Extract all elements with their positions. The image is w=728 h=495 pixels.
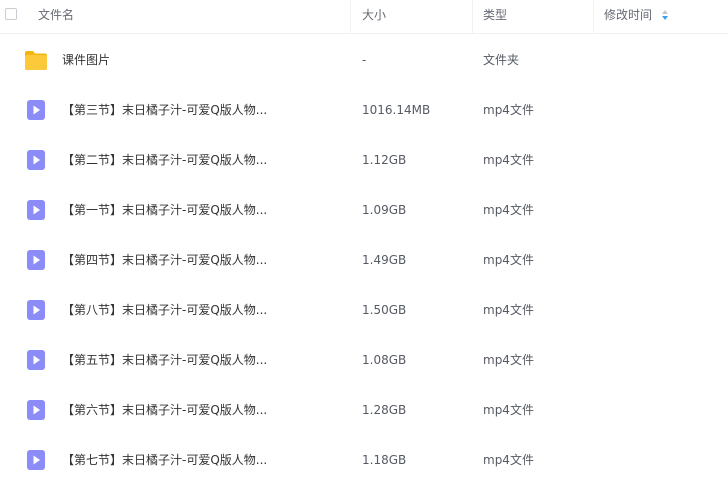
file-name-link[interactable]: 【第七节】末日橘子汁-可爱Q版人物...: [62, 435, 267, 485]
file-name-link[interactable]: 【第二节】末日橘子汁-可爱Q版人物...: [62, 135, 267, 185]
file-size: -: [362, 53, 367, 67]
video-file-icon: [26, 249, 46, 274]
file-size: 1.50GB: [362, 303, 407, 317]
file-type: mp4文件: [483, 353, 534, 367]
file-row[interactable]: 【第八节】末日橘子汁-可爱Q版人物... 1.50GB mp4文件: [0, 285, 728, 335]
file-type: mp4文件: [483, 103, 534, 117]
file-type: mp4文件: [483, 303, 534, 317]
video-file-icon: [26, 449, 46, 474]
file-size: 1.08GB: [362, 353, 407, 367]
file-type: mp4文件: [483, 203, 534, 217]
folder-icon: [24, 49, 48, 74]
column-header-type[interactable]: 类型: [483, 0, 507, 33]
file-row[interactable]: 课件图片 - 文件夹: [0, 35, 728, 85]
file-name-link[interactable]: 【第三节】末日橘子汁-可爱Q版人物...: [62, 85, 267, 135]
sort-icon[interactable]: [661, 9, 669, 21]
file-row[interactable]: 【第六节】末日橘子汁-可爱Q版人物... 1.28GB mp4文件: [0, 385, 728, 435]
file-name-link[interactable]: 【第四节】末日橘子汁-可爱Q版人物...: [62, 235, 267, 285]
column-header-name[interactable]: 文件名: [38, 0, 74, 33]
file-size: 1.49GB: [362, 253, 407, 267]
column-header-modified-time[interactable]: 修改时间: [604, 0, 652, 33]
file-name-link[interactable]: 【第六节】末日橘子汁-可爱Q版人物...: [62, 385, 267, 435]
column-divider[interactable]: [350, 0, 351, 33]
video-file-icon: [26, 199, 46, 224]
file-type: mp4文件: [483, 453, 534, 467]
file-row[interactable]: 【第四节】末日橘子汁-可爱Q版人物... 1.49GB mp4文件: [0, 235, 728, 285]
select-all-checkbox[interactable]: [5, 8, 17, 20]
video-file-icon: [26, 399, 46, 424]
file-row[interactable]: 【第一节】末日橘子汁-可爱Q版人物... 1.09GB mp4文件: [0, 185, 728, 235]
file-row[interactable]: 【第五节】末日橘子汁-可爱Q版人物... 1.08GB mp4文件: [0, 335, 728, 385]
file-type: mp4文件: [483, 153, 534, 167]
file-type: 文件夹: [483, 53, 520, 67]
column-header-size[interactable]: 大小: [362, 0, 386, 33]
file-size: 1.12GB: [362, 153, 407, 167]
video-file-icon: [26, 349, 46, 374]
file-row[interactable]: 【第七节】末日橘子汁-可爱Q版人物... 1.18GB mp4文件: [0, 435, 728, 485]
file-name-link[interactable]: 【第五节】末日橘子汁-可爱Q版人物...: [62, 335, 267, 385]
file-name-link[interactable]: 【第一节】末日橘子汁-可爱Q版人物...: [62, 185, 267, 235]
column-divider[interactable]: [472, 0, 473, 33]
file-list-header: 文件名 大小 类型 修改时间: [0, 0, 728, 34]
file-row[interactable]: 【第三节】末日橘子汁-可爱Q版人物... 1016.14MB mp4文件: [0, 85, 728, 135]
video-file-icon: [26, 299, 46, 324]
video-file-icon: [26, 149, 46, 174]
video-file-icon: [26, 99, 46, 124]
file-size: 1.09GB: [362, 203, 407, 217]
file-name-link[interactable]: 课件图片: [62, 35, 110, 85]
file-size: 1.18GB: [362, 453, 407, 467]
column-divider[interactable]: [593, 0, 594, 33]
file-name-link[interactable]: 【第八节】末日橘子汁-可爱Q版人物...: [62, 285, 267, 335]
file-size: 1.28GB: [362, 403, 407, 417]
file-row[interactable]: 【第二节】末日橘子汁-可爱Q版人物... 1.12GB mp4文件: [0, 135, 728, 185]
file-type: mp4文件: [483, 253, 534, 267]
file-type: mp4文件: [483, 403, 534, 417]
file-size: 1016.14MB: [362, 103, 431, 117]
